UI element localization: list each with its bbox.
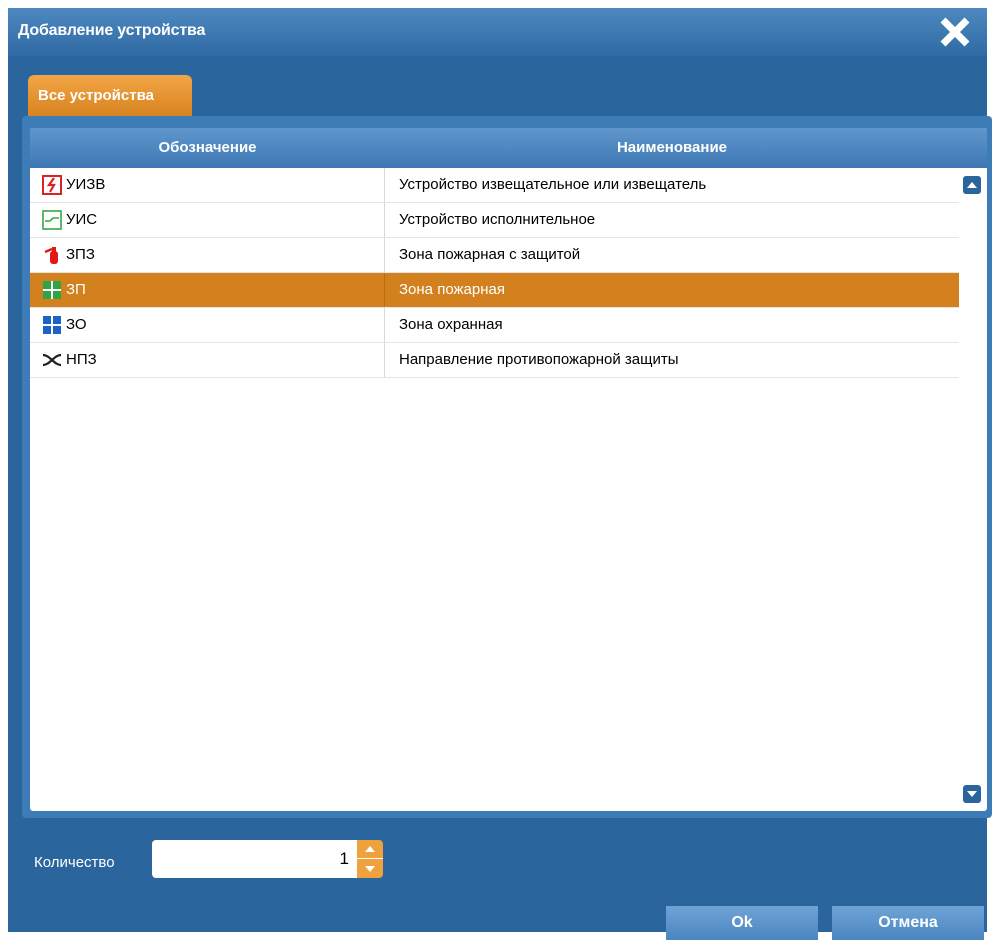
increment-button[interactable] [357, 840, 383, 859]
table-body: УИЗВ Устройство извещательное или извеща… [30, 168, 959, 378]
devices-table: Обозначение Наименование УИЗВ Устройство… [30, 128, 987, 811]
column-header-code[interactable]: Обозначение [30, 128, 385, 168]
table-row[interactable]: НПЗ Направление противопожарной защиты [30, 343, 959, 378]
row-code: ЗО [66, 316, 87, 333]
table-row[interactable]: ЗПЗ Зона пожарная с защитой [30, 238, 959, 273]
row-name: Направление противопожарной защиты [399, 351, 679, 368]
table-header: Обозначение Наименование [30, 128, 987, 168]
detector-icon [42, 175, 62, 195]
direction-icon [42, 350, 62, 370]
row-code: УИС [66, 211, 98, 228]
row-name: Зона охранная [399, 316, 503, 333]
tab-all-devices[interactable]: Все устройства [28, 75, 192, 117]
quantity-stepper[interactable] [357, 840, 383, 878]
column-header-name[interactable]: Наименование [385, 128, 959, 168]
row-code: УИЗВ [66, 176, 106, 193]
row-name: Зона пожарная с защитой [399, 246, 581, 263]
actuator-icon [42, 210, 62, 230]
scroll-up-button[interactable] [963, 176, 981, 194]
table-row-selected[interactable]: ЗП Зона пожарная [30, 273, 959, 308]
quantity-input[interactable] [152, 840, 357, 878]
window-title: Добавление устройства [18, 22, 206, 39]
close-icon[interactable] [937, 14, 973, 50]
devices-panel: Обозначение Наименование УИЗВ Устройство… [22, 116, 992, 818]
ok-button[interactable]: Ok [666, 906, 818, 940]
scroll-down-button[interactable] [963, 785, 981, 803]
table-row[interactable]: УИЗВ Устройство извещательное или извеща… [30, 168, 959, 203]
fire-extinguisher-icon [42, 245, 62, 265]
row-name: Зона пожарная [399, 281, 505, 298]
row-code: ЗПЗ [66, 246, 95, 263]
security-zone-icon [42, 315, 62, 335]
title-bar: Добавление устройства [8, 8, 987, 56]
table-row[interactable]: УИС Устройство исполнительное [30, 203, 959, 238]
row-name: Устройство извещательное или извещатель [399, 176, 707, 193]
cancel-button[interactable]: Отмена [832, 906, 984, 940]
decrement-button[interactable] [357, 859, 383, 878]
row-code: НПЗ [66, 351, 97, 368]
add-device-dialog: Добавление устройства Все устройства Обо… [8, 8, 992, 940]
fire-zone-icon [42, 280, 62, 300]
quantity-label: Количество [34, 854, 115, 871]
row-name: Устройство исполнительное [399, 211, 596, 228]
table-row[interactable]: ЗО Зона охранная [30, 308, 959, 343]
row-code: ЗП [66, 281, 86, 298]
